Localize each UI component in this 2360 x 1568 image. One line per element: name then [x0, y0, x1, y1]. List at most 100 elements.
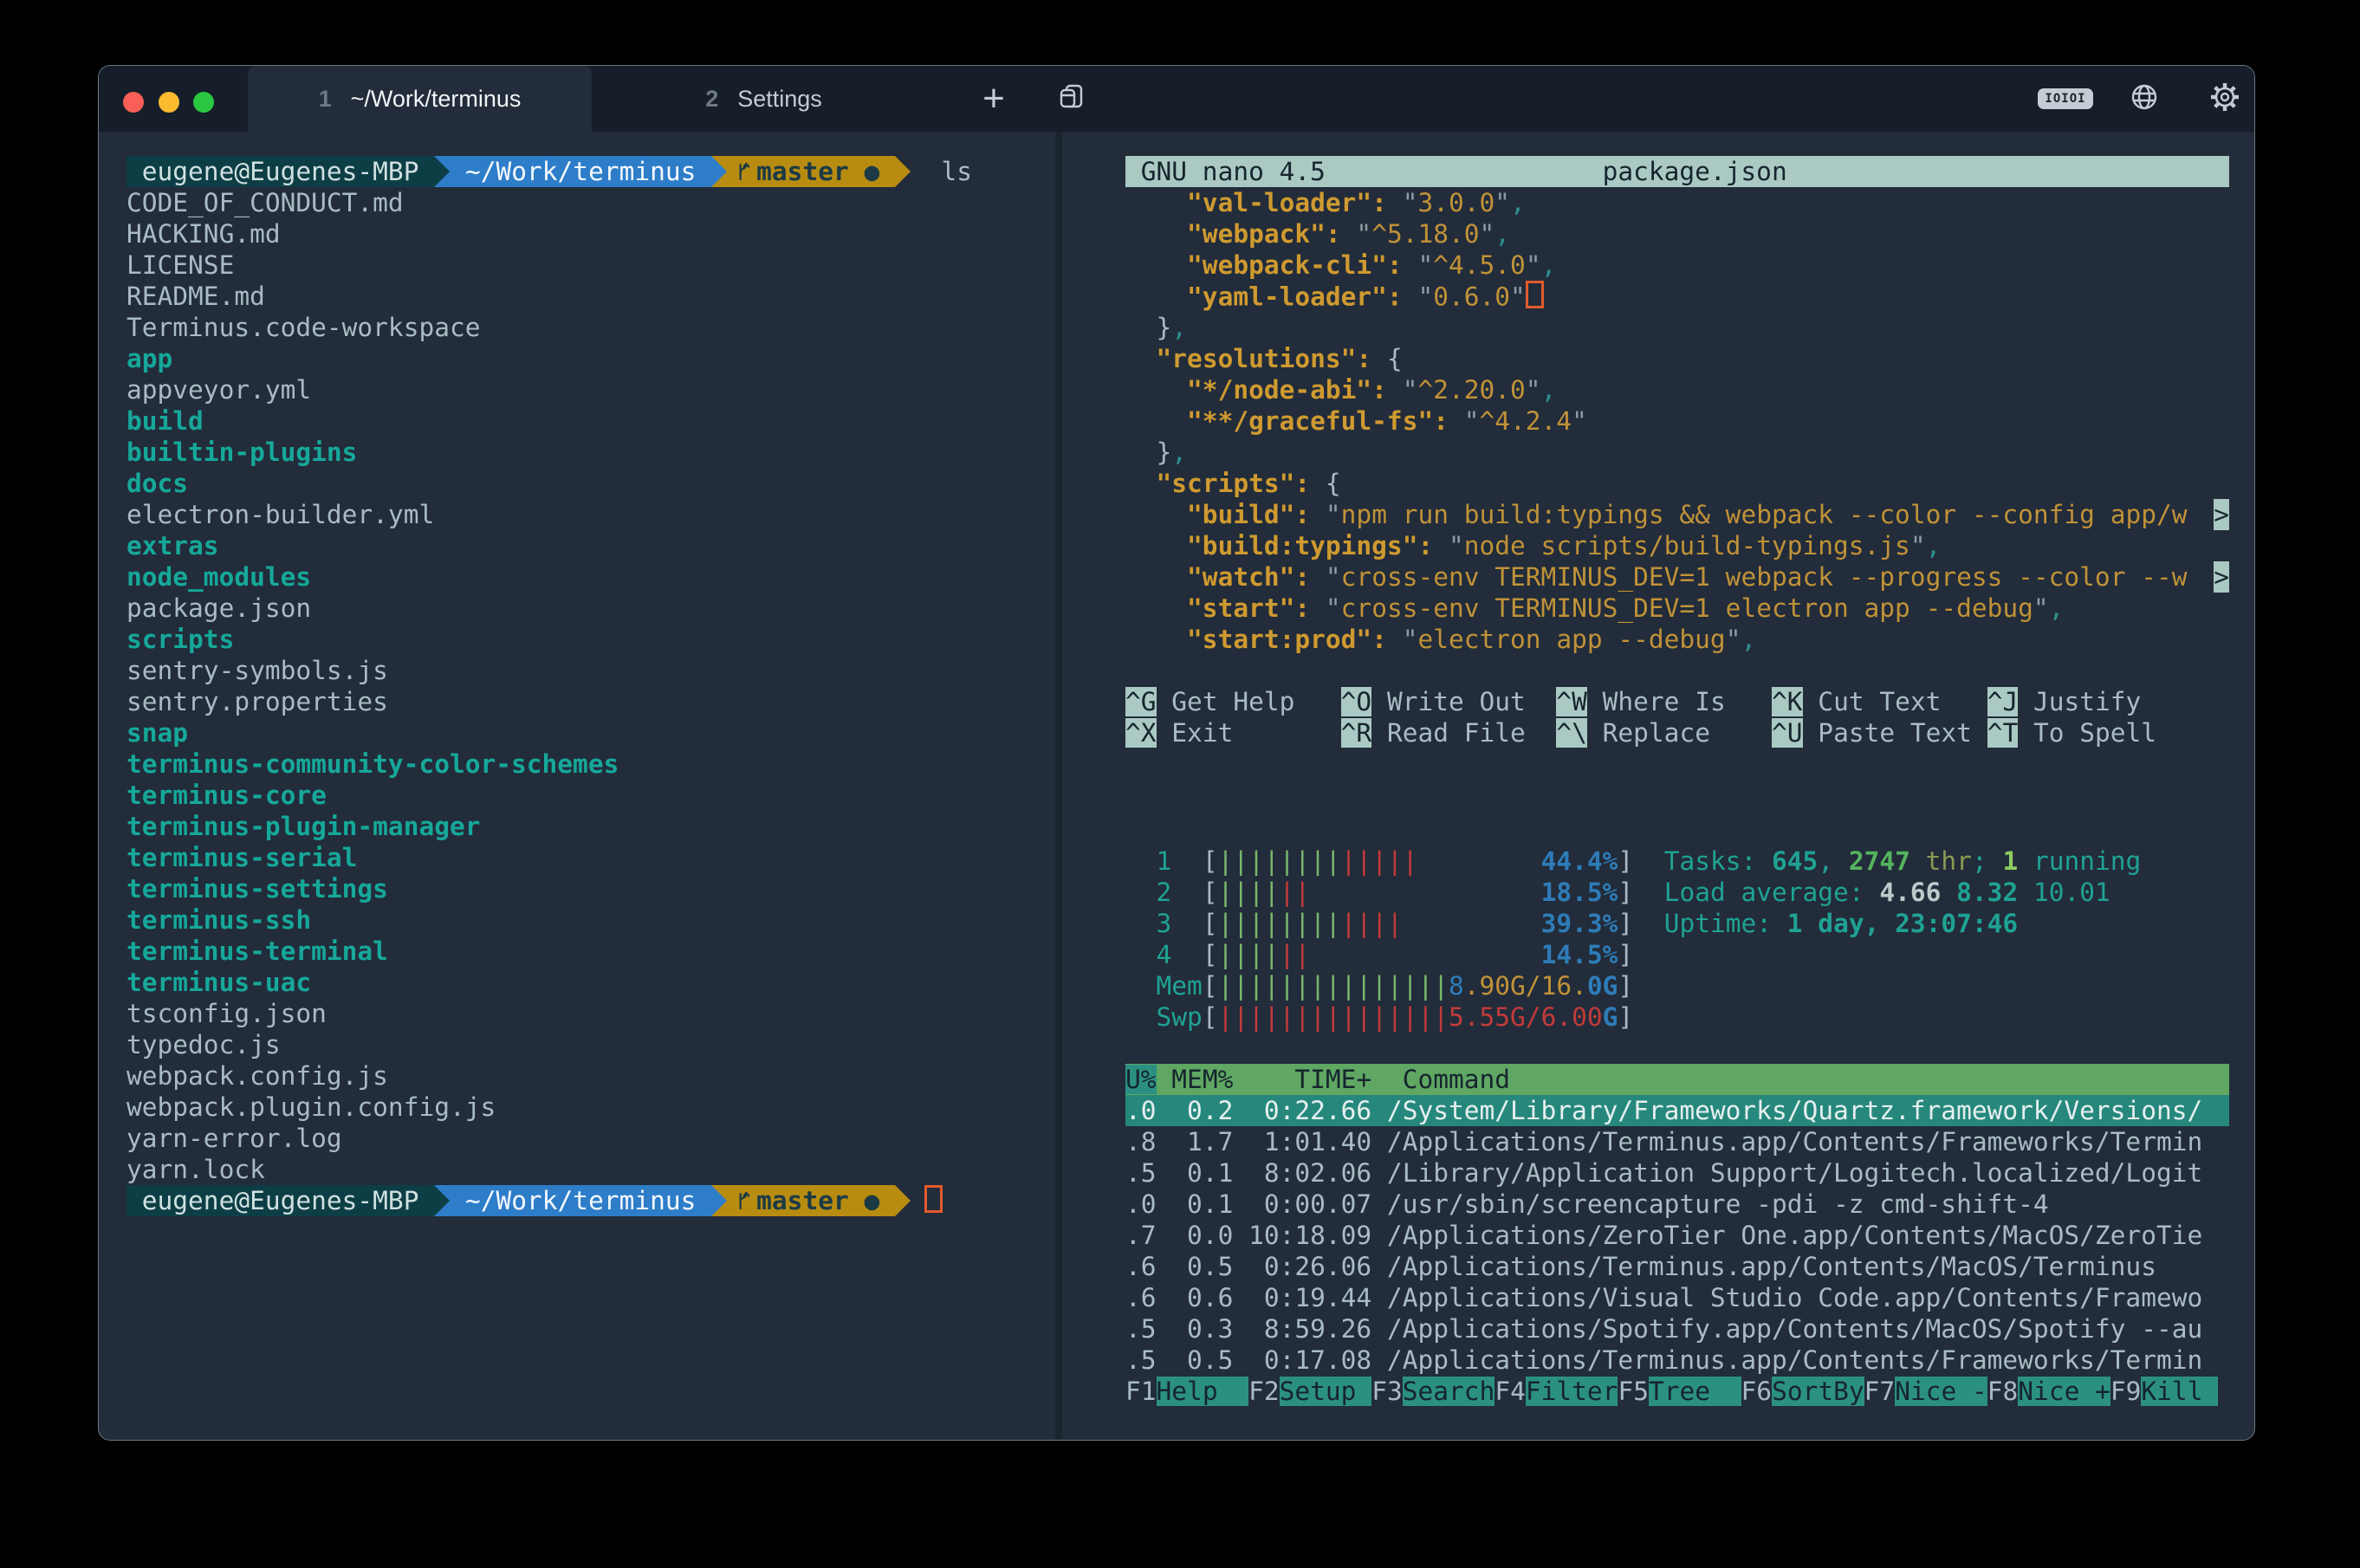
file-list-item: build	[126, 405, 1054, 437]
file-name: package.json	[126, 593, 311, 623]
nano-pane[interactable]: GNU nano 4.5 package.json "val-loader": …	[1125, 156, 2229, 748]
text-segment: "resolutions":	[1157, 344, 1372, 373]
htop-meter-row: 3 [|||||||||||| 39.3%] Uptime: 1 day, 23…	[1125, 908, 2229, 939]
htop-stat: ;	[1972, 846, 2003, 876]
nano-editor-line: "yaml-loader": "0.6.0"	[1125, 281, 2229, 312]
meter-bar: ||	[1280, 878, 1311, 907]
sorted-column-header: U%	[1125, 1065, 1157, 1094]
meter-bracket: [	[1203, 940, 1218, 969]
git-branch-name: master	[756, 1185, 864, 1216]
text-segment	[1310, 593, 1326, 623]
file-list-item: electron-builder.yml	[126, 499, 1054, 530]
shell-prompt: eugene@Eugenes-MBP ~/Work/terminus maste…	[126, 1185, 1054, 1216]
text-segment	[1633, 909, 1664, 938]
text-segment: "	[1417, 282, 1433, 312]
text-segment: "	[1464, 406, 1480, 436]
line-continuation-marker: >	[2214, 499, 2229, 530]
text-segment	[1403, 250, 1418, 280]
close-button[interactable]	[123, 92, 144, 113]
network-button[interactable]	[2123, 66, 2166, 132]
process-text: .8 1.7 1:01.40 /Applications/Terminus.ap…	[1125, 1127, 2202, 1157]
nano-title-text: GNU nano 4.5 package.json	[1125, 157, 2218, 186]
text-segment	[1341, 219, 1357, 249]
text-segment	[1125, 313, 1157, 342]
file-list-item: README.md	[126, 281, 1054, 312]
text-segment	[1310, 500, 1326, 529]
nano-editor-line: "webpack": "^5.18.0",	[1125, 218, 2229, 249]
globe-icon	[2129, 81, 2160, 116]
meter-bar: ||||	[1218, 878, 1280, 907]
text-segment: ,	[1494, 219, 1510, 249]
process-row: .5 0.5 0:17.08 /Applications/Terminus.ap…	[1125, 1344, 2229, 1376]
nano-shortcut-key: ^R	[1341, 718, 1372, 748]
tab-settings[interactable]: 2 Settings	[592, 66, 936, 132]
file-name: tsconfig.json	[126, 999, 327, 1028]
text-segment	[1125, 344, 1157, 373]
directory-name: terminus-plugin-manager	[126, 812, 481, 841]
text-segment: "build:typings":	[1187, 531, 1433, 560]
text-segment: "start:prod":	[1187, 625, 1387, 654]
text-segment: }	[1157, 437, 1172, 467]
process-row: .0 0.1 0:00.07 /usr/sbin/screencapture -…	[1125, 1189, 2229, 1220]
new-tab-button[interactable]: +	[972, 66, 1015, 132]
file-list-item: snap	[126, 717, 1054, 748]
nano-shortcut-key: ^X	[1125, 718, 1157, 748]
nano-shortcut-key: ^K	[1772, 687, 1803, 716]
process-text: .5 0.3 8:59.26 /Applications/Spotify.app…	[1125, 1314, 2202, 1344]
meter-label: Swp	[1125, 1002, 1203, 1032]
text-segment	[1403, 282, 1418, 312]
nano-shortcut-key: ^O	[1341, 687, 1372, 716]
tab-bar: 1 ~/Work/terminus 2 Settings + IOIOI	[99, 66, 2254, 132]
file-list-item: LICENSE	[126, 249, 1054, 281]
fnkey-name: F6	[1741, 1377, 1773, 1406]
file-name: appveyor.yml	[126, 375, 311, 405]
nano-shortcut-label: Write Out	[1371, 687, 1556, 716]
file-list-item: builtin-plugins	[126, 437, 1054, 468]
fnkey-name: F3	[1371, 1377, 1403, 1406]
pane-divider[interactable]	[1055, 132, 1062, 1440]
prompt-git-segment: master ●	[727, 1185, 895, 1216]
text-segment: "yaml-loader":	[1187, 282, 1403, 312]
text-segment: "start":	[1187, 593, 1310, 623]
shell-prompt: eugene@Eugenes-MBP ~/Work/terminus maste…	[126, 156, 1054, 187]
text-segment	[1371, 344, 1387, 373]
directory-name: terminus-ssh	[126, 905, 311, 935]
process-text: .7 0.0 10:18.09 /Applications/ZeroTier O…	[1125, 1221, 2202, 1250]
nano-editor-line: "val-loader": "3.0.0",	[1125, 187, 2229, 218]
serial-port-button[interactable]: IOIOI	[2033, 66, 2098, 132]
powerline-arrow-icon	[895, 1185, 911, 1216]
text-segment: "watch":	[1187, 562, 1310, 592]
nano-editor-line: "watch": "cross-env TERMINUS_DEV=1 webpa…	[1125, 561, 2229, 593]
meter-value: 39.3%	[1541, 909, 1618, 938]
meter-bracket: ]	[1618, 878, 1633, 907]
nano-editor-line: "build": "npm run build:typings && webpa…	[1125, 499, 2229, 530]
text-segment: npm run build:typings && webpack --color…	[1341, 500, 2188, 529]
htop-pane[interactable]: 1 [||||||||||||| 44.4%] Tasks: 645, 2747…	[1125, 846, 2229, 1407]
meter-bracket: ]	[1618, 909, 1633, 938]
process-text: .5 0.1 8:02.06 /Library/Application Supp…	[1125, 1158, 2202, 1188]
maximize-button[interactable]	[193, 92, 214, 113]
settings-button[interactable]	[2202, 66, 2247, 132]
shell-pane[interactable]: eugene@Eugenes-MBP ~/Work/terminus maste…	[126, 156, 1054, 1216]
split-pane-button[interactable]	[1047, 66, 1096, 132]
plus-icon: +	[982, 77, 1005, 120]
fnkey-action: Search	[1403, 1377, 1495, 1406]
htop-stat: 645	[1772, 846, 1818, 876]
minimize-button[interactable]	[159, 92, 179, 113]
file-list-item: terminus-plugin-manager	[126, 811, 1054, 842]
nano-shortcut-row: ^G Get Help ^O Write Out ^W Where Is ^K …	[1125, 686, 2229, 717]
nano-shortcut-key: ^T	[1987, 718, 2019, 748]
process-text: .5 0.5 0:17.08 /Applications/Terminus.ap…	[1125, 1345, 2202, 1375]
htop-meter-row: 1 [||||||||||||| 44.4%] Tasks: 645, 2747…	[1125, 846, 2229, 877]
nano-editor-line: "resolutions": {	[1125, 343, 2229, 374]
text-segment: "	[1526, 250, 1541, 280]
text-segment	[1449, 406, 1464, 436]
file-name: sentry.properties	[126, 687, 388, 716]
text-segment	[1125, 406, 1187, 436]
nano-shortcut-key: ^U	[1772, 718, 1803, 748]
column-headers: MEM% TIME+ Command	[1157, 1065, 1511, 1094]
directory-name: terminus-core	[126, 781, 327, 810]
text-segment: "*/node-abi":	[1187, 375, 1387, 405]
tab-work-terminus[interactable]: 1 ~/Work/terminus	[248, 66, 592, 132]
file-list-item: yarn.lock	[126, 1154, 1054, 1185]
